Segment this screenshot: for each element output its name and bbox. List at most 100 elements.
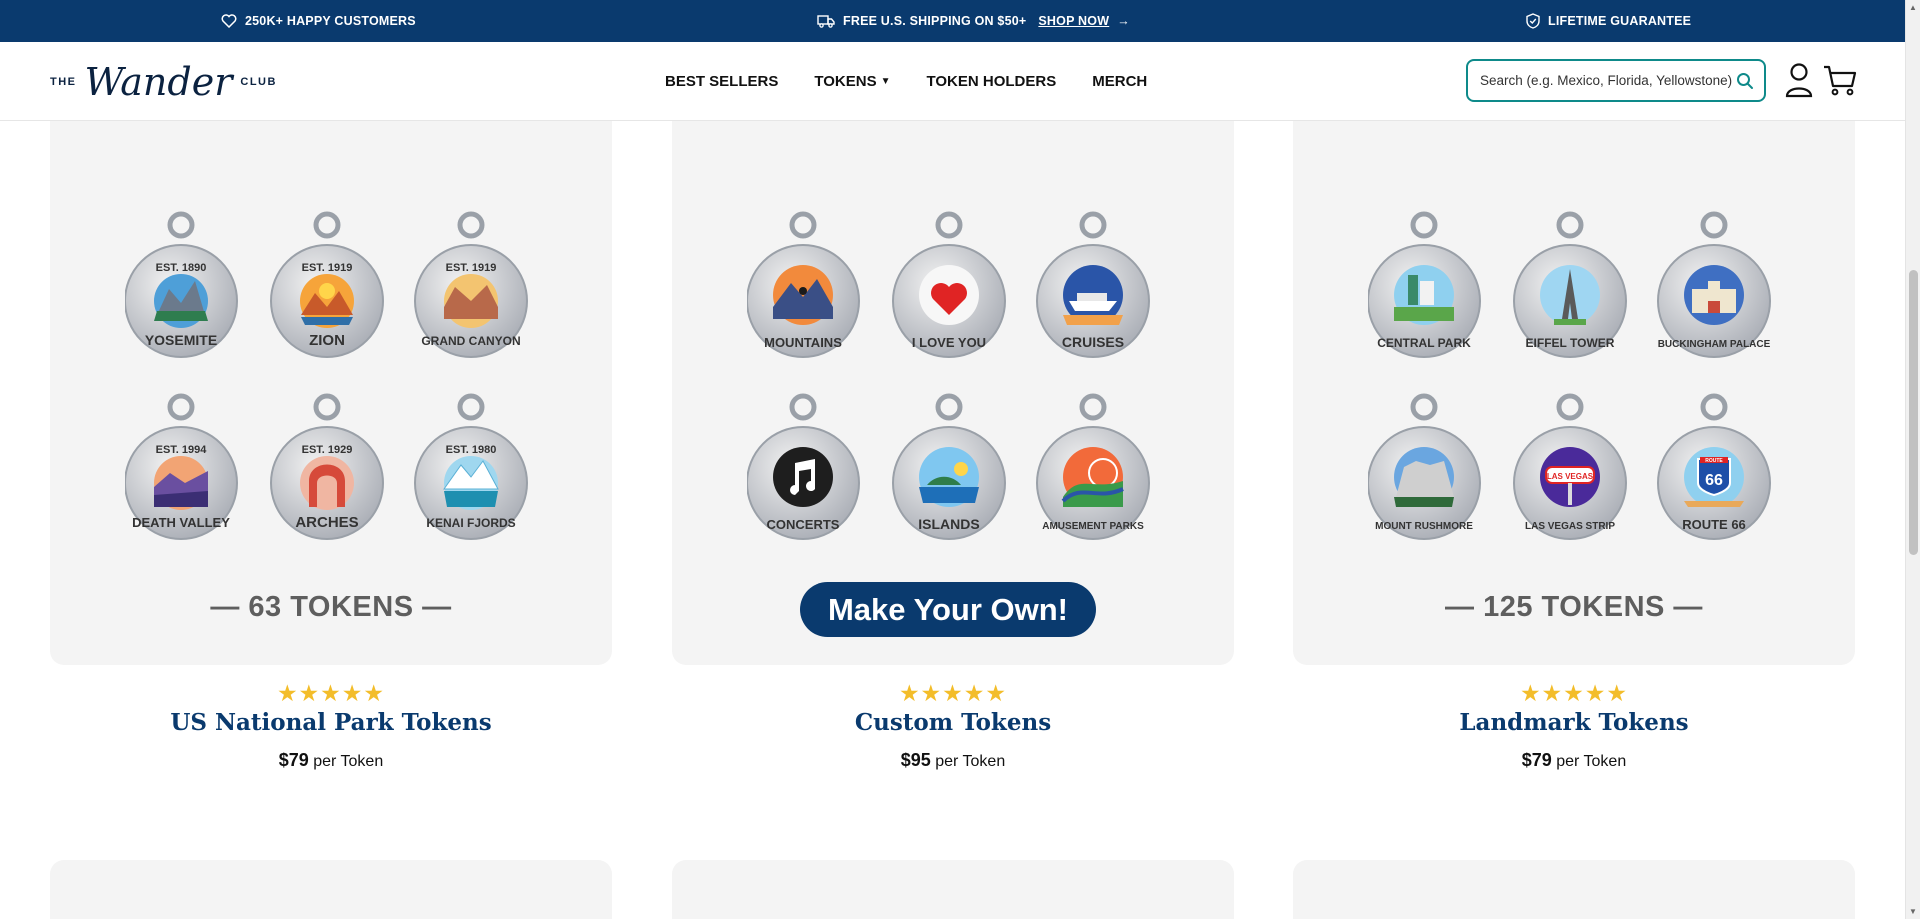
- announcement-bar: 250K+ HAPPY CUSTOMERS FREE U.S. SHIPPING…: [0, 0, 1905, 42]
- token-eiffel-tower: EIFFEL TOWER: [1513, 211, 1627, 358]
- product-title[interactable]: Custom Tokens: [672, 709, 1234, 736]
- token-kenai-fjords-est: EST. 1980: [446, 444, 497, 456]
- price-unit: per Token: [1556, 753, 1627, 770]
- arrow-right-icon: →: [1117, 14, 1130, 28]
- token-amusement-parks: AMUSEMENT PARKS: [1036, 393, 1150, 540]
- account-icon[interactable]: [1784, 62, 1814, 98]
- product-image-national-parks[interactable]: EST. 1890 YOSEMITE EST. 1919 ZION EST. 1…: [50, 121, 612, 665]
- price-unit: per Token: [935, 753, 1006, 770]
- token-eiffel-tower-label: EIFFEL TOWER: [1526, 336, 1615, 350]
- token-yosemite-est: EST. 1890: [156, 262, 207, 274]
- price-unit: per Token: [313, 753, 384, 770]
- price-value: $79: [278, 750, 309, 770]
- nav-token-holders[interactable]: TOKEN HOLDERS: [927, 73, 1057, 90]
- token-central-park-label: CENTRAL PARK: [1377, 336, 1471, 350]
- token-mountains-label: MOUNTAINS: [764, 335, 842, 350]
- token-i-love-you-label: I LOVE YOU: [912, 335, 986, 350]
- heart-icon: [221, 14, 237, 28]
- token-arches-est: EST. 1929: [302, 444, 353, 456]
- product-image-landmarks[interactable]: CENTRAL PARK EIFFEL TOWER BUCKINGHAM PAL…: [1293, 121, 1855, 665]
- shipping-text: FREE U.S. SHIPPING ON $50+: [843, 14, 1027, 28]
- product-card-national-parks[interactable]: EST. 1890 YOSEMITE EST. 1919 ZION EST. 1…: [50, 121, 612, 771]
- token-kenai-fjords-label: KENAI FJORDS: [426, 516, 515, 530]
- search-box: [1466, 59, 1766, 102]
- token-mount-rushmore-label: MOUNT RUSHMORE: [1375, 521, 1473, 532]
- product-card-next-2[interactable]: [672, 860, 1234, 919]
- site-header: THE Wander CLUB BEST SELLERS TOKENS ▼ TO…: [0, 42, 1905, 121]
- token-central-park: CENTRAL PARK: [1368, 211, 1481, 358]
- token-i-love-you: I LOVE YOU: [892, 211, 1006, 358]
- site-logo[interactable]: THE Wander CLUB: [50, 60, 277, 104]
- token-concerts: CONCERTS: [747, 393, 860, 540]
- product-image-custom[interactable]: MOUNTAINS I LOVE YOU CRUISES CONCERTS IS…: [672, 121, 1234, 665]
- main-nav: BEST SELLERS TOKENS ▼ TOKEN HOLDERS MERC…: [665, 42, 1147, 121]
- rating-stars: ★★★★★: [1519, 680, 1629, 706]
- las-vegas-sign-text: LAS VEGAS: [1547, 472, 1594, 481]
- token-buckingham-palace-label: BUCKINGHAM PALACE: [1658, 339, 1771, 350]
- search-icon[interactable]: [1736, 72, 1754, 90]
- token-grid-national-parks: EST. 1890 YOSEMITE EST. 1919 ZION EST. 1…: [125, 211, 528, 540]
- route-sign-top-text: ROUTE: [1705, 458, 1723, 464]
- product-price: $95 per Token: [672, 750, 1234, 771]
- token-las-vegas-strip: LAS VEGAS LAS VEGAS STRIP: [1513, 393, 1627, 540]
- token-zion: EST. 1919 ZION: [270, 211, 384, 358]
- token-count-label: — 125 TOKENS —: [1445, 591, 1703, 623]
- shipping-announcement: FREE U.S. SHIPPING ON $50+ SHOP NOW →: [817, 0, 1130, 42]
- token-buckingham-palace: BUCKINGHAM PALACE: [1657, 211, 1771, 358]
- token-mount-rushmore: MOUNT RUSHMORE: [1368, 393, 1481, 540]
- make-your-own-button[interactable]: Make Your Own!: [800, 582, 1096, 637]
- guarantee-announcement: LIFETIME GUARANTEE: [1526, 0, 1691, 42]
- scroll-up-arrow-icon[interactable]: ▲: [1909, 3, 1917, 12]
- token-grid-landmarks: CENTRAL PARK EIFFEL TOWER BUCKINGHAM PAL…: [1368, 211, 1771, 540]
- page-scrollbar[interactable]: ▲ ▼: [1905, 0, 1920, 919]
- token-concerts-label: CONCERTS: [767, 517, 840, 532]
- product-card-next-1[interactable]: [50, 860, 612, 919]
- token-yosemite-label: YOSEMITE: [145, 332, 217, 348]
- token-islands-label: ISLANDS: [918, 516, 979, 532]
- token-grand-canyon-est: EST. 1919: [446, 262, 497, 274]
- token-islands: ISLANDS: [892, 393, 1006, 540]
- product-card-custom[interactable]: MOUNTAINS I LOVE YOU CRUISES CONCERTS IS…: [672, 121, 1234, 771]
- token-las-vegas-strip-label: LAS VEGAS STRIP: [1525, 521, 1615, 532]
- product-card-landmarks[interactable]: CENTRAL PARK EIFFEL TOWER BUCKINGHAM PAL…: [1293, 121, 1855, 771]
- token-route-66: ROUTE 66 ROUTE 66: [1657, 393, 1771, 540]
- token-yosemite: EST. 1890 YOSEMITE: [125, 211, 238, 358]
- token-kenai-fjords: EST. 1980 KENAI FJORDS: [414, 393, 528, 540]
- token-arches: EST. 1929 ARCHES: [270, 393, 384, 540]
- product-card-next-3[interactable]: [1293, 860, 1855, 919]
- shop-now-link[interactable]: SHOP NOW: [1038, 14, 1109, 28]
- nav-best-sellers[interactable]: BEST SELLERS: [665, 73, 778, 90]
- cart-icon[interactable]: [1823, 62, 1857, 98]
- nav-tokens[interactable]: TOKENS ▼: [814, 73, 890, 90]
- token-zion-label: ZION: [309, 332, 345, 349]
- token-route-66-label: ROUTE 66: [1682, 517, 1746, 532]
- route-sign-number: 66: [1705, 472, 1723, 489]
- customers-announcement: 250K+ HAPPY CUSTOMERS: [221, 0, 416, 42]
- search-input[interactable]: [1480, 73, 1736, 88]
- product-title[interactable]: Landmark Tokens: [1293, 709, 1855, 736]
- price-value: $79: [1521, 750, 1552, 770]
- token-arches-label: ARCHES: [295, 514, 358, 531]
- token-grand-canyon-label: GRAND CANYON: [421, 334, 520, 348]
- scrollbar-thumb[interactable]: [1909, 270, 1918, 555]
- scroll-down-arrow-icon[interactable]: ▼: [1909, 907, 1917, 916]
- token-grid-custom: MOUNTAINS I LOVE YOU CRUISES CONCERTS IS…: [747, 211, 1150, 540]
- product-price: $79 per Token: [1293, 750, 1855, 771]
- logo-club: CLUB: [240, 76, 277, 88]
- token-amusement-parks-label: AMUSEMENT PARKS: [1042, 521, 1144, 532]
- price-value: $95: [900, 750, 931, 770]
- product-price: $79 per Token: [50, 750, 612, 771]
- token-death-valley-est: EST. 1994: [156, 444, 208, 456]
- truck-icon: [817, 15, 835, 28]
- token-grand-canyon: EST. 1919 GRAND CANYON: [414, 211, 528, 358]
- guarantee-text: LIFETIME GUARANTEE: [1548, 14, 1692, 28]
- product-title[interactable]: US National Park Tokens: [50, 709, 612, 736]
- token-death-valley: EST. 1994 DEATH VALLEY: [125, 393, 238, 540]
- token-cruises-label: CRUISES: [1062, 334, 1124, 350]
- token-death-valley-label: DEATH VALLEY: [132, 515, 230, 530]
- token-count-label: — 63 TOKENS —: [210, 591, 452, 623]
- nav-merch[interactable]: MERCH: [1092, 73, 1147, 90]
- token-cruises: CRUISES: [1036, 211, 1150, 358]
- token-zion-est: EST. 1919: [302, 262, 353, 274]
- logo-the: THE: [50, 76, 77, 88]
